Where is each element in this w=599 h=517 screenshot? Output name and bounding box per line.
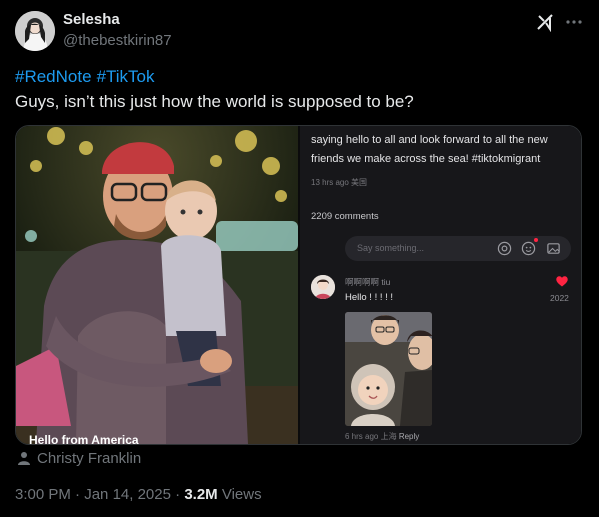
views-label: Views [221, 486, 262, 503]
comment-input-placeholder: Say something... [357, 243, 425, 253]
post-date[interactable]: Jan 14, 2025 [84, 486, 171, 503]
reply-button[interactable]: Reply [399, 432, 419, 441]
views-count: 3.2M [184, 486, 218, 503]
comment-selfie-image[interactable] [345, 312, 432, 426]
image-icon[interactable] [546, 241, 561, 256]
tweet-footer: 3:00 PM · Jan 14, 2025 · 3.2M Views [15, 486, 262, 503]
comment-text: Hello ! ! ! ! ! [345, 292, 394, 303]
person-icon [18, 452, 30, 465]
emoji-icon[interactable] [521, 241, 536, 256]
rednote-screenshot[interactable]: saying hello to all and look forward to … [300, 126, 581, 444]
media-credit-name[interactable]: Christy Franklin [37, 450, 141, 467]
rednote-comments-count: 2209 comments [311, 211, 379, 222]
heart-icon[interactable] [556, 276, 568, 287]
commenter-avatar[interactable] [311, 275, 335, 299]
commenter-username: 啊啊啊啊 tiu [345, 277, 391, 287]
rednote-post-meta: 13 hrs ago 美国 [311, 178, 368, 187]
author-handle[interactable]: @thebestkirin87 [63, 32, 172, 49]
comment-time-location: 6 hrs ago 上海 [345, 432, 397, 441]
post-time[interactable]: 3:00 PM [15, 486, 71, 503]
tweet-text: Guys, isn’t this just how the world is s… [15, 92, 414, 111]
rednote-post-text: saying hello to all and look forward to … [311, 134, 548, 165]
author-name[interactable]: Selesha [63, 11, 120, 28]
author-avatar[interactable] [15, 11, 55, 51]
separator: · [175, 486, 181, 503]
comment-like-count: 2022 [550, 293, 569, 303]
tweet-card: Selesha @thebestkirin87 #RedNote #TikTok … [0, 0, 599, 517]
at-icon[interactable] [497, 241, 512, 256]
comment-meta: 6 hrs ago 上海 Reply [345, 431, 419, 442]
photo-caption: Hello from America [29, 433, 139, 445]
grok-icon[interactable] [535, 12, 555, 32]
family-photo[interactable] [16, 126, 298, 444]
separator: · [75, 486, 81, 503]
hashtag-tiktok[interactable]: #TikTok [97, 67, 155, 86]
emoji-notification-dot [534, 238, 538, 242]
tweet-media[interactable]: Hello from America saying hello to all a… [15, 125, 582, 445]
more-icon[interactable] [564, 12, 584, 32]
hashtags: #RedNote #TikTok [15, 67, 160, 87]
hashtag-rednote[interactable]: #RedNote [15, 67, 92, 86]
rednote-comment-input[interactable]: Say something... [345, 236, 571, 261]
